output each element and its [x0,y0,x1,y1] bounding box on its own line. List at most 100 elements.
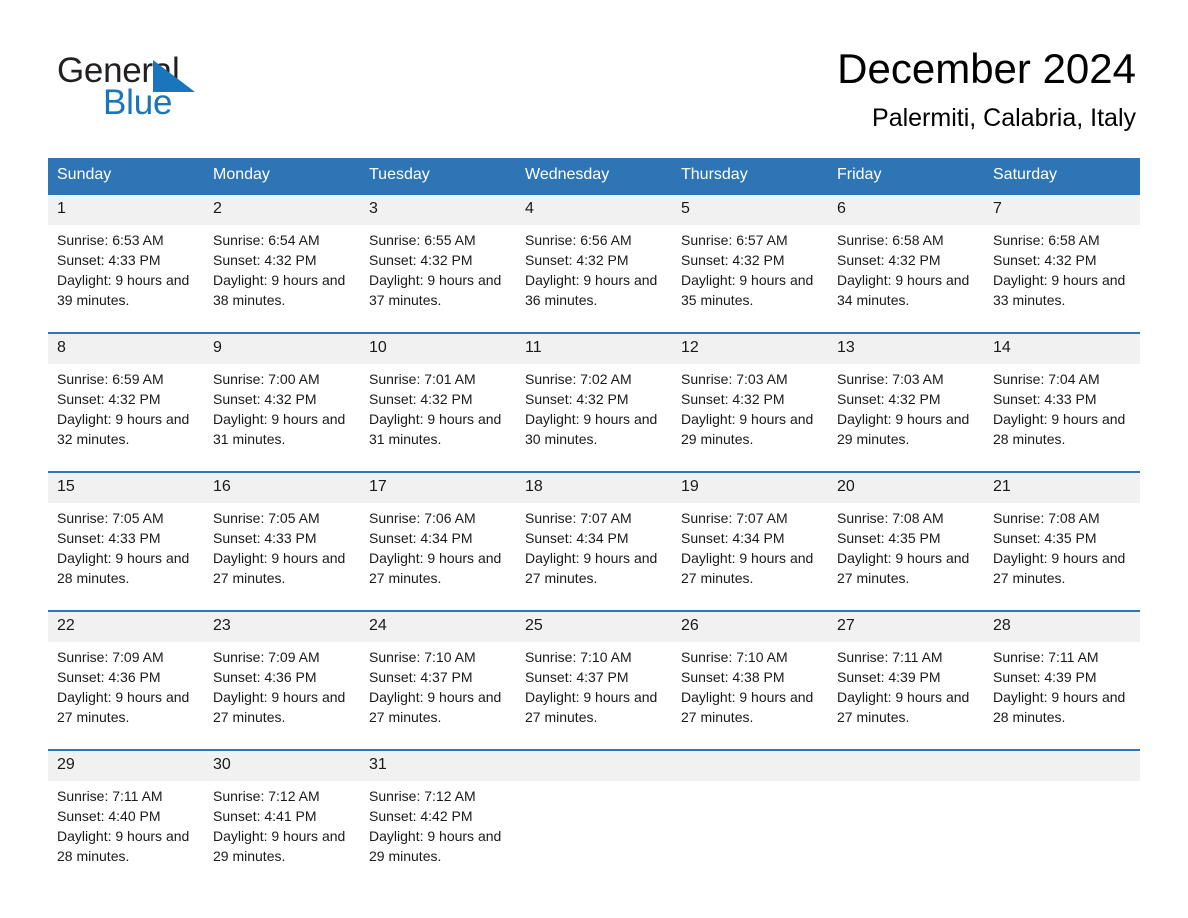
sunrise-text: Sunrise: 6:58 AM [993,232,1100,248]
day-number[interactable]: 25 [516,610,672,642]
sunset-text: Sunset: 4:32 PM [213,252,317,268]
day-cell[interactable]: Sunrise: 7:07 AM Sunset: 4:34 PM Dayligh… [672,503,828,611]
sunrise-text: Sunrise: 7:01 AM [369,371,476,387]
sunrise-text: Sunrise: 7:09 AM [213,649,320,665]
day-number[interactable]: 13 [828,332,984,364]
day-number[interactable]: 16 [204,471,360,503]
day-cell[interactable]: Sunrise: 7:06 AM Sunset: 4:34 PM Dayligh… [360,503,516,611]
day-cell[interactable]: Sunrise: 6:58 AM Sunset: 4:32 PM Dayligh… [828,225,984,333]
day-number[interactable]: 3 [360,193,516,225]
sunset-text: Sunset: 4:32 PM [525,391,629,407]
day-number[interactable]: 27 [828,610,984,642]
day-cell[interactable]: Sunrise: 7:10 AM Sunset: 4:37 PM Dayligh… [516,642,672,750]
day-number[interactable]: 9 [204,332,360,364]
weekday-header-row: Sunday Monday Tuesday Wednesday Thursday… [48,158,1140,194]
day-cell[interactable]: Sunrise: 6:54 AM Sunset: 4:32 PM Dayligh… [204,225,360,333]
day-number[interactable]: 26 [672,610,828,642]
day-number[interactable]: 15 [48,471,204,503]
sunrise-text: Sunrise: 7:05 AM [57,510,164,526]
daylight-text: Daylight: 9 hours and 29 minutes. [213,828,346,864]
day-cell[interactable]: Sunrise: 7:07 AM Sunset: 4:34 PM Dayligh… [516,503,672,611]
sunrise-text: Sunrise: 7:03 AM [681,371,788,387]
day-number[interactable]: 1 [48,193,204,225]
day-number[interactable]: 23 [204,610,360,642]
daylight-text: Daylight: 9 hours and 27 minutes. [681,550,814,586]
sunset-text: Sunset: 4:32 PM [525,252,629,268]
weekday-header-thursday: Thursday [672,158,828,194]
day-number[interactable]: 8 [48,332,204,364]
day-number[interactable]: 20 [828,471,984,503]
sunrise-text: Sunrise: 7:05 AM [213,510,320,526]
day-cell[interactable]: Sunrise: 7:05 AM Sunset: 4:33 PM Dayligh… [204,503,360,611]
day-cell[interactable]: Sunrise: 7:03 AM Sunset: 4:32 PM Dayligh… [672,364,828,472]
day-cell[interactable]: Sunrise: 6:58 AM Sunset: 4:32 PM Dayligh… [984,225,1140,333]
day-cell[interactable]: Sunrise: 7:05 AM Sunset: 4:33 PM Dayligh… [48,503,204,611]
day-number[interactable]: 24 [360,610,516,642]
sunrise-text: Sunrise: 7:11 AM [837,649,943,665]
day-number[interactable]: 17 [360,471,516,503]
general-blue-logo[interactable]: General Blue [57,52,397,128]
day-cell[interactable]: Sunrise: 7:12 AM Sunset: 4:41 PM Dayligh… [204,781,360,888]
sunrise-text: Sunrise: 7:12 AM [369,788,476,804]
day-cell[interactable]: Sunrise: 7:09 AM Sunset: 4:36 PM Dayligh… [204,642,360,750]
day-number[interactable]: 5 [672,193,828,225]
sunset-text: Sunset: 4:32 PM [681,391,785,407]
day-number[interactable]: 6 [828,193,984,225]
day-cell[interactable]: Sunrise: 6:55 AM Sunset: 4:32 PM Dayligh… [360,225,516,333]
day-cell[interactable]: Sunrise: 7:12 AM Sunset: 4:42 PM Dayligh… [360,781,516,888]
day-cell[interactable]: Sunrise: 7:00 AM Sunset: 4:32 PM Dayligh… [204,364,360,472]
day-number[interactable]: 14 [984,332,1140,364]
day-cell[interactable]: Sunrise: 7:04 AM Sunset: 4:33 PM Dayligh… [984,364,1140,472]
day-number[interactable]: 31 [360,749,516,781]
day-cell[interactable]: Sunrise: 7:11 AM Sunset: 4:39 PM Dayligh… [984,642,1140,750]
day-number[interactable]: 2 [204,193,360,225]
day-cell[interactable]: Sunrise: 7:11 AM Sunset: 4:40 PM Dayligh… [48,781,204,888]
daylight-text: Daylight: 9 hours and 27 minutes. [837,550,970,586]
sunset-text: Sunset: 4:38 PM [681,669,785,685]
daylight-text: Daylight: 9 hours and 27 minutes. [525,550,658,586]
day-cell[interactable]: Sunrise: 7:01 AM Sunset: 4:32 PM Dayligh… [360,364,516,472]
day-cell[interactable]: Sunrise: 7:10 AM Sunset: 4:37 PM Dayligh… [360,642,516,750]
daylight-text: Daylight: 9 hours and 30 minutes. [525,411,658,447]
logo-text-blue: Blue [103,83,173,122]
day-number[interactable]: 18 [516,471,672,503]
day-number[interactable]: 30 [204,749,360,781]
day-cell[interactable]: Sunrise: 7:08 AM Sunset: 4:35 PM Dayligh… [984,503,1140,611]
day-number[interactable]: 21 [984,471,1140,503]
daylight-text: Daylight: 9 hours and 28 minutes. [57,550,190,586]
sunrise-text: Sunrise: 6:53 AM [57,232,164,248]
sunset-text: Sunset: 4:35 PM [993,530,1097,546]
day-number[interactable]: 29 [48,749,204,781]
weekday-header-tuesday: Tuesday [360,158,516,194]
day-cell[interactable]: Sunrise: 7:09 AM Sunset: 4:36 PM Dayligh… [48,642,204,750]
day-number[interactable]: 4 [516,193,672,225]
daylight-text: Daylight: 9 hours and 27 minutes. [525,689,658,725]
day-cell[interactable]: Sunrise: 7:03 AM Sunset: 4:32 PM Dayligh… [828,364,984,472]
day-number[interactable]: 10 [360,332,516,364]
daylight-text: Daylight: 9 hours and 28 minutes. [993,689,1126,725]
day-number[interactable]: 12 [672,332,828,364]
daylight-text: Daylight: 9 hours and 27 minutes. [213,689,346,725]
weekday-header-monday: Monday [204,158,360,194]
day-number[interactable]: 11 [516,332,672,364]
day-number[interactable]: 7 [984,193,1140,225]
sunrise-text: Sunrise: 7:04 AM [993,371,1100,387]
day-cell[interactable]: Sunrise: 6:57 AM Sunset: 4:32 PM Dayligh… [672,225,828,333]
day-number[interactable]: 28 [984,610,1140,642]
weekday-header-wednesday: Wednesday [516,158,672,194]
day-number[interactable]: 22 [48,610,204,642]
sunset-text: Sunset: 4:39 PM [837,669,941,685]
day-cell[interactable]: Sunrise: 7:10 AM Sunset: 4:38 PM Dayligh… [672,642,828,750]
day-number[interactable]: 19 [672,471,828,503]
day-number-empty [828,749,984,781]
day-cell-empty [984,781,1140,888]
page-header: General Blue December 2024 Palermiti, Ca… [0,0,1188,158]
day-cell[interactable]: Sunrise: 6:59 AM Sunset: 4:32 PM Dayligh… [48,364,204,472]
day-cell[interactable]: Sunrise: 6:53 AM Sunset: 4:33 PM Dayligh… [48,225,204,333]
day-cell[interactable]: Sunrise: 7:11 AM Sunset: 4:39 PM Dayligh… [828,642,984,750]
day-cell[interactable]: Sunrise: 7:08 AM Sunset: 4:35 PM Dayligh… [828,503,984,611]
day-cell[interactable]: Sunrise: 7:02 AM Sunset: 4:32 PM Dayligh… [516,364,672,472]
daylight-text: Daylight: 9 hours and 29 minutes. [837,411,970,447]
sunset-text: Sunset: 4:34 PM [525,530,629,546]
day-cell[interactable]: Sunrise: 6:56 AM Sunset: 4:32 PM Dayligh… [516,225,672,333]
